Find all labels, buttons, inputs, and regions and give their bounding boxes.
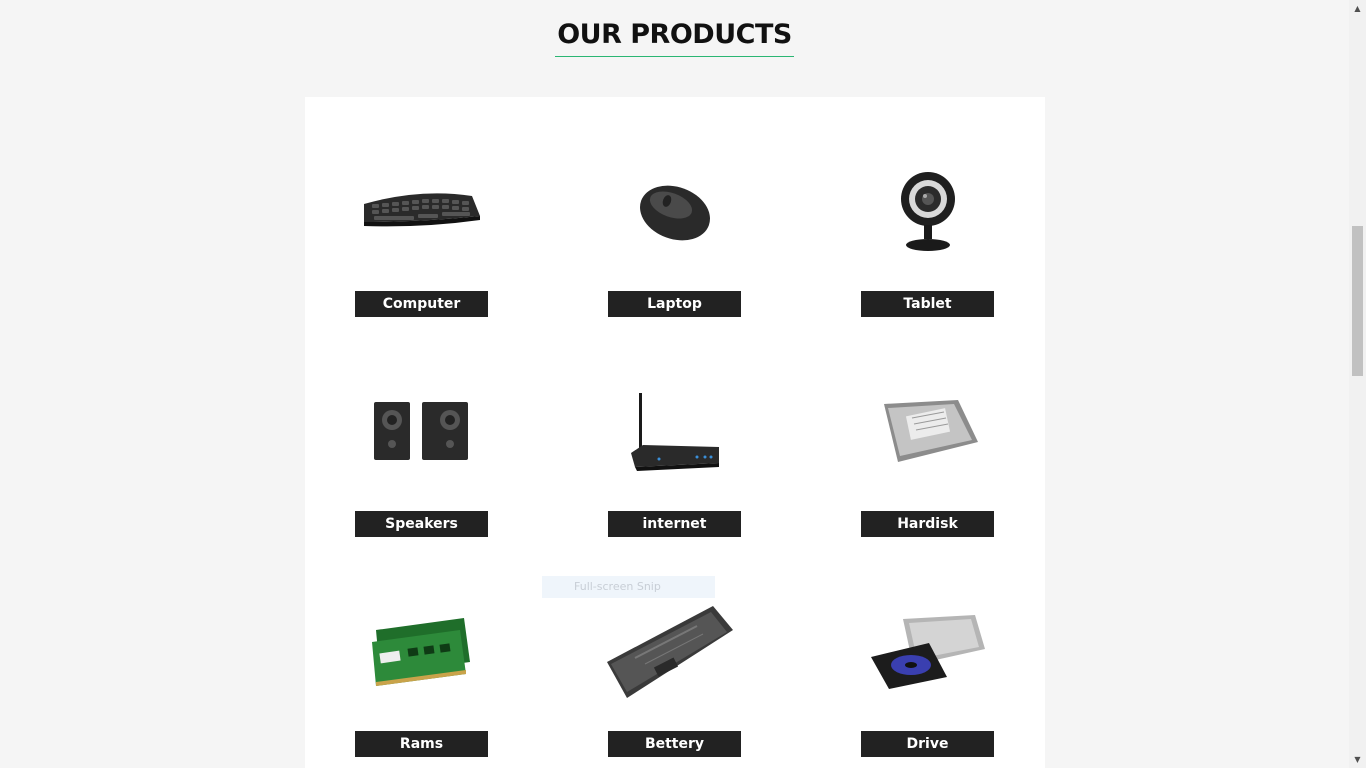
scroll-down-arrow-icon[interactable]: ▼ [1349,751,1366,768]
mouse-icon[interactable] [608,157,742,267]
ram-icon[interactable] [355,597,489,707]
battery-icon[interactable] [603,597,737,707]
product-label-internet[interactable]: internet [608,511,741,537]
hard-disk-icon[interactable] [861,377,995,487]
product-label-drive[interactable]: Drive [861,731,994,757]
keyboard-icon[interactable] [355,157,489,267]
router-icon[interactable] [608,377,742,487]
product-label-bettery[interactable]: Bettery [608,731,741,757]
snip-tooltip: Full-screen Snip [542,576,715,598]
page: OUR PRODUCTS Computer Laptop Tablet Spea… [0,0,1349,768]
product-label-rams[interactable]: Rams [355,731,488,757]
section-title: OUR PRODUCTS [555,18,794,57]
vertical-scrollbar[interactable]: ▲ ▼ [1349,0,1366,768]
product-label-computer[interactable]: Computer [355,291,488,317]
scrollbar-thumb[interactable] [1352,226,1363,376]
speakers-icon[interactable] [355,377,489,487]
scroll-up-arrow-icon[interactable]: ▲ [1349,0,1366,17]
section-header: OUR PRODUCTS [0,18,1349,57]
product-label-hardisk[interactable]: Hardisk [861,511,994,537]
product-label-laptop[interactable]: Laptop [608,291,741,317]
product-label-tablet[interactable]: Tablet [861,291,994,317]
optical-drive-icon[interactable] [861,597,995,707]
products-grid: Computer Laptop Tablet Speakers internet… [305,97,1045,768]
webcam-icon[interactable] [861,157,995,267]
product-label-speakers[interactable]: Speakers [355,511,488,537]
